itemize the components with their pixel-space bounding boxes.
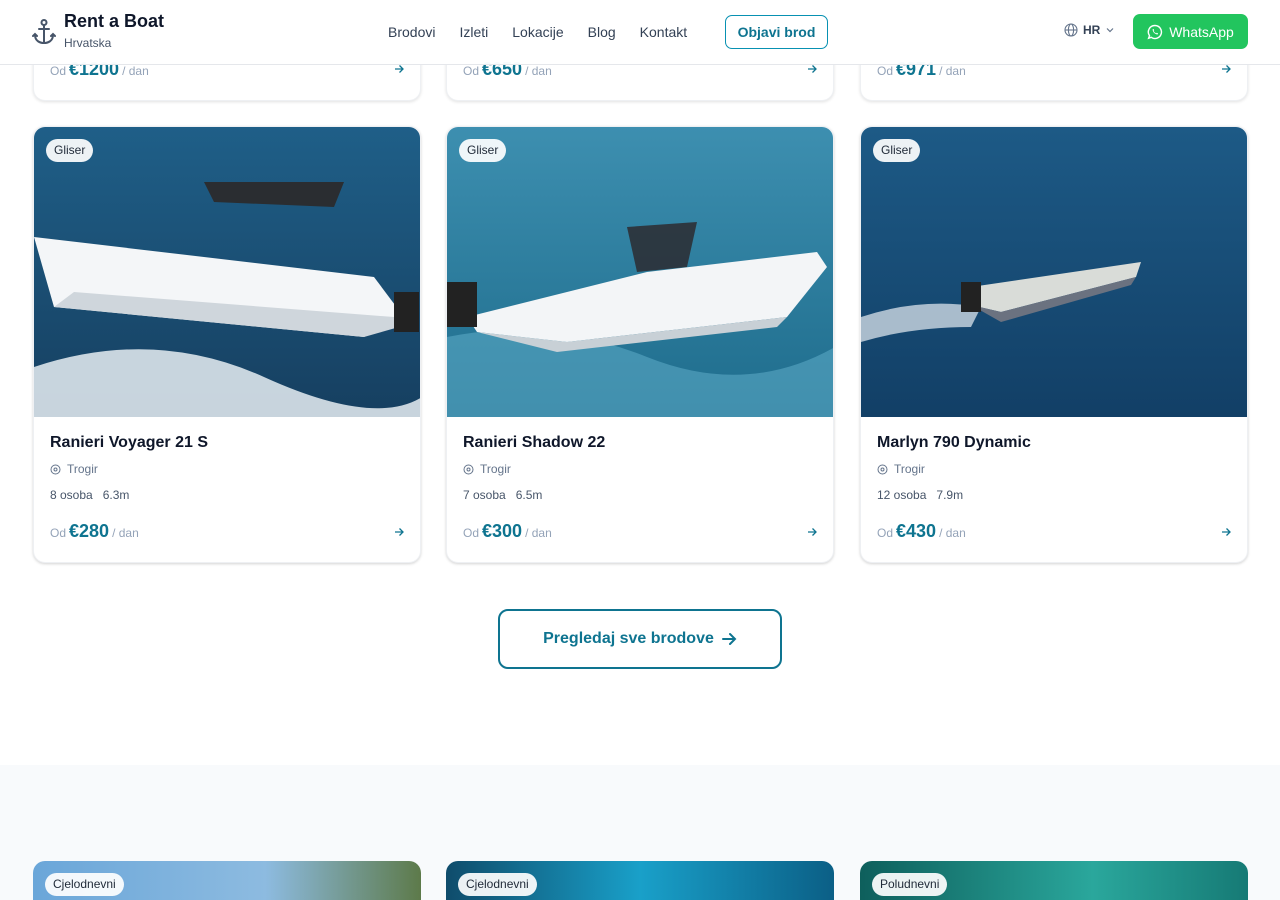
tour-card[interactable]: Poludnevni <box>860 861 1248 900</box>
tour-type-badge: Poludnevni <box>872 873 948 896</box>
price: Od €430/ dan <box>877 521 966 541</box>
site-header: Rent a Boat Hrvatska Brodovi Izleti Loka… <box>0 0 1280 65</box>
length: 6.5m <box>515 488 543 502</box>
boat-location: Trogir <box>463 462 817 476</box>
view-all-boats-button[interactable]: Pregledaj sve brodove <box>498 609 782 669</box>
tour-type-badge: Cjelodnevni <box>458 873 537 896</box>
tour-card[interactable]: Cjelodnevni <box>446 861 834 900</box>
language-switcher[interactable]: HR <box>1064 23 1119 37</box>
boat-photo: Gliser <box>447 127 833 417</box>
nav-item-brodovi[interactable]: Brodovi <box>388 23 435 41</box>
view-all-label: Pregledaj sve brodove <box>543 630 714 647</box>
boat-card[interactable]: Gliser Marlyn 790 Dynamic Trogir 12 osob… <box>860 126 1248 563</box>
boat-specs: 7 osoba 6.5m <box>463 488 817 502</box>
nav-item-kontakt[interactable]: Kontakt <box>640 23 687 41</box>
location-pin-icon <box>463 464 474 474</box>
tour-type-badge: Cjelodnevni <box>45 873 124 896</box>
price: Od €300/ dan <box>463 521 552 541</box>
arrow-right-icon[interactable] <box>1221 64 1231 74</box>
boat-photo: Gliser <box>861 127 1247 417</box>
brand-title: Rent a Boat <box>64 11 165 31</box>
capacity: 8 osoba <box>50 488 93 502</box>
capacity: 12 osoba <box>877 488 927 502</box>
publish-boat-button[interactable]: Objavi brod <box>725 15 828 49</box>
arrow-right-icon[interactable] <box>394 64 404 74</box>
boat-card[interactable]: Gliser Ranieri Shadow 22 Trogir 7 osoba 6… <box>446 126 834 563</box>
whatsapp-icon <box>1147 24 1163 39</box>
category-badge: Gliser <box>46 139 94 162</box>
arrow-right-icon[interactable] <box>394 527 404 537</box>
boat-card[interactable]: Gliser Ranieri Voyager 21 S Trogir 8 oso… <box>33 126 421 563</box>
chevron-down-icon <box>1106 28 1114 33</box>
boat-name[interactable]: Marlyn 790 Dynamic <box>877 433 1231 453</box>
boat-location: Trogir <box>50 462 404 476</box>
boat-photo: Gliser <box>34 127 420 417</box>
boat-name[interactable]: Ranieri Voyager 21 S <box>50 433 404 453</box>
boat-specs: 12 osoba 7.9m <box>877 488 1231 502</box>
arrow-right-icon[interactable] <box>807 527 817 537</box>
arrow-right-icon[interactable] <box>1221 527 1231 537</box>
tour-card[interactable]: Cjelodnevni <box>33 861 421 900</box>
arrow-right-icon <box>721 633 737 645</box>
boat-name[interactable]: Ranieri Shadow 22 <box>463 433 817 453</box>
brand-subtitle: Hrvatska <box>64 36 112 50</box>
nav-item-blog[interactable]: Blog <box>588 23 616 41</box>
category-badge: Gliser <box>873 139 921 162</box>
main-nav: Brodovi Izleti Lokacije Blog Kontakt <box>388 23 711 41</box>
length: 7.9m <box>936 488 964 502</box>
whatsapp-label: WhatsApp <box>1169 23 1234 40</box>
anchor-icon <box>32 19 56 45</box>
location-pin-icon <box>50 464 61 474</box>
whatsapp-button[interactable]: WhatsApp <box>1133 14 1248 49</box>
price: Od €280/ dan <box>50 521 139 541</box>
brand-logo[interactable]: Rent a Boat Hrvatska <box>32 10 164 50</box>
language-code: HR <box>1083 23 1101 37</box>
boat-location: Trogir <box>877 462 1231 476</box>
boat-image <box>447 127 833 417</box>
category-badge: Gliser <box>459 139 507 162</box>
length: 6.3m <box>102 488 130 502</box>
nav-item-lokacije[interactable]: Lokacije <box>512 23 563 41</box>
globe-icon <box>1064 23 1078 37</box>
capacity: 7 osoba <box>463 488 506 502</box>
arrow-right-icon[interactable] <box>807 64 817 74</box>
nav-item-izleti[interactable]: Izleti <box>459 23 488 41</box>
location-pin-icon <box>877 464 888 474</box>
boat-specs: 8 osoba 6.3m <box>50 488 404 502</box>
boat-image <box>861 127 1247 417</box>
boat-image <box>34 127 420 417</box>
